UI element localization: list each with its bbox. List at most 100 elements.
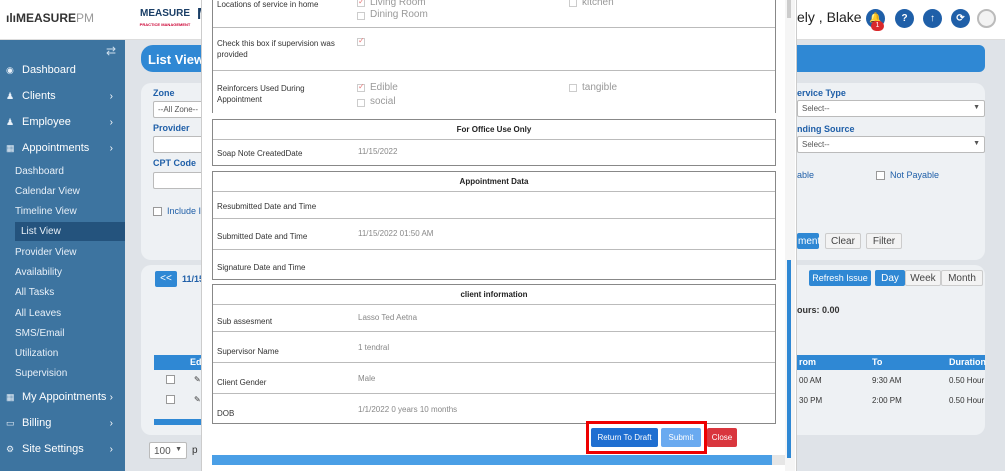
submit-button[interactable]: Submit	[661, 428, 701, 447]
supervisor-label: Supervisor Name	[217, 347, 279, 356]
edit-icon[interactable]: ✎	[194, 375, 201, 384]
user-name[interactable]: vely , Blake	[790, 9, 862, 25]
sidebar-item-appointments[interactable]: ▦ Appointments ›	[0, 137, 125, 159]
sidebar-sub-all-leaves[interactable]: All Leaves	[0, 304, 125, 323]
sidebar-sub-all-tasks[interactable]: All Tasks	[0, 283, 125, 302]
total-hours: ours: 0.00	[797, 305, 840, 315]
row-checkbox[interactable]	[166, 395, 175, 404]
row-duration: 0.50 Hour	[949, 396, 985, 405]
service-questions-section: Locations of service in home Living Room…	[212, 0, 776, 114]
prev-button[interactable]: <<	[155, 271, 177, 287]
row-checkbox[interactable]	[166, 375, 175, 384]
avatar[interactable]	[977, 9, 996, 28]
funding-source-select[interactable]: Select-- ▼	[797, 136, 985, 153]
dob-row: DOB 1/1/2022 0 years 10 months	[213, 393, 775, 423]
gear-icon: ⚙	[6, 443, 15, 454]
refresh-issue-button[interactable]: Refresh Issue	[809, 270, 871, 286]
submitted-label: Submitted Date and Time	[217, 232, 308, 241]
sidebar-sub-list-view[interactable]: List View	[15, 222, 125, 241]
billing-icon: ▭	[6, 417, 15, 428]
appointment-data-section: Appointment Data Resubmitted Date and Ti…	[212, 171, 776, 280]
return-to-draft-button[interactable]: Return To Draft	[591, 428, 658, 447]
sidebar-sub-timeline-view[interactable]: Timeline View	[0, 202, 125, 221]
sidebar-item-dashboard[interactable]: ◉ Dashboard	[0, 59, 125, 81]
edit-icon[interactable]: ✎	[194, 395, 201, 404]
row-to: 9:30 AM	[872, 376, 902, 385]
sidebar-sub-sms-email[interactable]: SMS/Email	[0, 324, 125, 343]
dining-room-checkbox[interactable]	[357, 12, 365, 20]
sidebar-sub-availability[interactable]: Availability	[0, 263, 125, 282]
week-view-button[interactable]: Week	[905, 270, 941, 286]
calendar-icon: ▦	[6, 142, 15, 153]
client-information-section: client information Sub assesment Lasso T…	[212, 284, 776, 424]
service-type-select[interactable]: Select-- ▼	[797, 100, 985, 117]
include-checkbox[interactable]	[153, 207, 162, 216]
tangible-checkbox[interactable]	[569, 84, 577, 92]
clear-button[interactable]: Clear	[825, 233, 861, 249]
office-use-heading: For Office Use Only	[456, 125, 532, 134]
sidebar-sub-supervision[interactable]: Supervision	[0, 364, 125, 383]
refresh-icon[interactable]: ⟳	[951, 9, 970, 28]
submitted-row: Submitted Date and Time 11/15/2022 01:50…	[213, 218, 775, 249]
social-label: social	[370, 96, 396, 107]
upload-icon[interactable]: ↑	[923, 9, 942, 28]
not-payable-checkbox[interactable]	[876, 171, 885, 180]
close-button[interactable]: Close	[707, 428, 737, 447]
scrollbar-track-end	[772, 455, 785, 465]
sidebar-sub-calendar-view[interactable]: Calendar View	[0, 182, 125, 201]
living-room-checkbox[interactable]	[357, 0, 365, 7]
app-logo[interactable]: ılıMEASUREPM	[6, 11, 94, 25]
funding-source-label: nding Source	[797, 124, 855, 134]
service-type-label: ervice Type	[797, 88, 846, 98]
chevron-right-icon: ›	[109, 142, 113, 154]
sidebar-item-billing[interactable]: ▭ Billing ›	[0, 412, 125, 434]
sidebar-sub-utilization[interactable]: Utilization	[0, 344, 125, 363]
row-duration: 0.50 Hour	[949, 376, 985, 385]
scrollbar-thumb[interactable]	[787, 260, 791, 458]
tangible-label: tangible	[582, 82, 618, 93]
page-size-select[interactable]: 100 ▼	[149, 442, 187, 459]
supervisor-row: Supervisor Name 1 tendral	[213, 331, 775, 362]
chevron-right-icon: ›	[109, 443, 113, 455]
sidebar-sub-provider-view[interactable]: Provider View	[0, 243, 125, 262]
table-header-right: rom To Duration	[791, 355, 986, 370]
chevron-right-icon: ›	[109, 90, 113, 102]
soap-created-row: Soap Note CreatedDate 11/15/2022	[213, 139, 775, 165]
row-to: 2:00 PM	[872, 396, 902, 405]
chevron-right-icon: ›	[109, 391, 113, 403]
chevron-right-icon: ›	[109, 116, 113, 128]
help-icon[interactable]: ?	[895, 9, 914, 28]
social-checkbox[interactable]	[357, 99, 365, 107]
gender-row: Client Gender Male	[213, 362, 775, 393]
sidebar-item-employee[interactable]: ♟ Employee ›	[0, 111, 125, 133]
edible-label: Edible	[370, 82, 398, 93]
month-view-button[interactable]: Month	[941, 270, 983, 286]
chevron-down-icon: ▼	[175, 446, 182, 453]
sidebar-item-clients[interactable]: ♟ Clients ›	[0, 85, 125, 107]
soap-created-label: Soap Note CreatedDate	[217, 149, 303, 158]
sidebar-sub-dashboard[interactable]: Dashboard	[0, 162, 125, 181]
supervision-checkbox[interactable]	[357, 36, 365, 46]
chevron-right-icon: ›	[109, 417, 113, 429]
sidebar-item-site-settings[interactable]: ⚙ Site Settings ›	[0, 438, 125, 460]
chevron-down-icon: ▼	[973, 104, 980, 111]
gender-label: Client Gender	[217, 378, 267, 387]
not-payable-label: Not Payable	[890, 170, 940, 180]
sidebar-item-my-appointments[interactable]: ▦ My Appointments ›	[0, 386, 125, 408]
resubmitted-row: Resubmitted Date and Time	[213, 191, 775, 218]
payable-label: able	[797, 170, 815, 180]
reinforcers-label: Reinforcers Used During Appointment	[217, 84, 305, 104]
edible-checkbox[interactable]	[357, 82, 365, 92]
modal-horizontal-scrollbar[interactable]	[212, 455, 772, 465]
client-information-heading: client information	[460, 290, 528, 299]
collapse-sidebar-icon[interactable]: ⇄	[106, 44, 116, 58]
search-button[interactable]: ment	[797, 233, 820, 249]
kitchen-label: kitchen	[582, 0, 614, 8]
kitchen-checkbox[interactable]	[569, 0, 577, 7]
supervisor-value: 1 tendral	[358, 343, 390, 352]
filter-button[interactable]: Filter	[866, 233, 902, 249]
appointment-data-heading: Appointment Data	[459, 177, 529, 186]
sub-assessment-label: Sub assesment	[217, 317, 273, 326]
sub-assessment-value: Lasso Ted Aetna	[358, 313, 418, 322]
day-view-button[interactable]: Day	[875, 270, 905, 286]
